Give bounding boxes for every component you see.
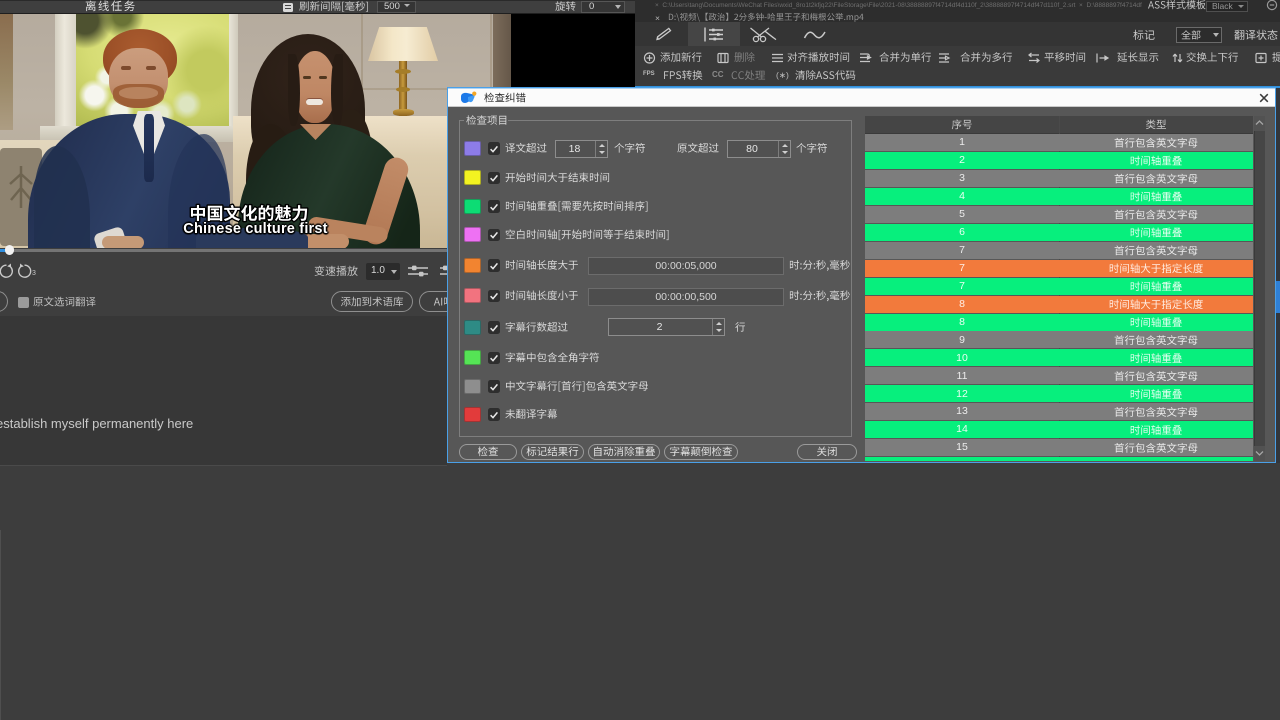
svg-text:3: 3 <box>32 270 36 277</box>
